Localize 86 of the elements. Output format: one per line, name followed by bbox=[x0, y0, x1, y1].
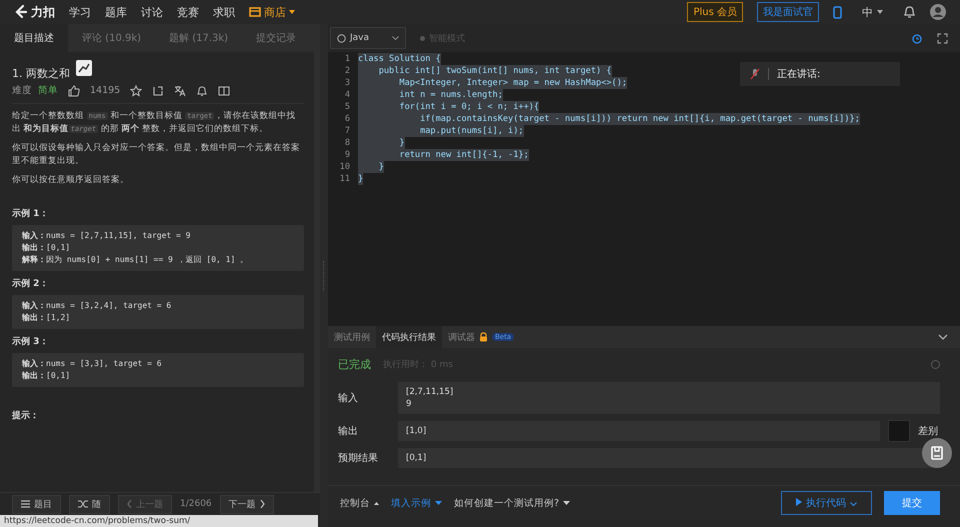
shuffle-icon bbox=[78, 500, 88, 508]
line-number: 4 bbox=[344, 89, 350, 101]
random-button[interactable]: 随 bbox=[69, 494, 110, 514]
share-icon[interactable] bbox=[152, 84, 164, 96]
problem-counter: 1/2606 bbox=[180, 499, 212, 509]
bell-icon[interactable] bbox=[903, 5, 916, 19]
nav-link[interactable]: 求职 bbox=[213, 4, 235, 20]
line-number: 9 bbox=[344, 149, 350, 161]
caret-icon bbox=[374, 502, 379, 504]
example-title: 示例 2： bbox=[12, 278, 50, 290]
floating-button[interactable] bbox=[922, 438, 952, 468]
tab[interactable]: 代码执行结果 bbox=[376, 326, 442, 348]
line-number: 10 bbox=[338, 161, 350, 173]
status-url: https://leetcode-cn.com/problems/two-sum/ bbox=[0, 515, 318, 527]
nav-link[interactable]: 学习 bbox=[69, 4, 91, 20]
caret-icon bbox=[435, 501, 442, 505]
example-block: 输入：nums = [3,3], target = 6 输出：[0,1] bbox=[12, 353, 304, 387]
translate-icon[interactable] bbox=[174, 84, 186, 96]
thumbs-up-icon[interactable] bbox=[68, 84, 80, 96]
example-title: 示例 3： bbox=[12, 336, 50, 348]
difficulty-label: 难度 bbox=[12, 84, 32, 97]
fullscreen-icon[interactable] bbox=[937, 32, 948, 44]
diff-label: 差别 bbox=[918, 425, 939, 438]
hint-title: 提示： bbox=[12, 410, 40, 422]
chevron-right-icon bbox=[260, 500, 265, 508]
book-icon[interactable] bbox=[218, 84, 230, 96]
caret-icon bbox=[877, 10, 883, 14]
field-label: 预期结果 bbox=[338, 452, 379, 465]
run-status: 已完成 bbox=[338, 356, 371, 372]
diff-toggle[interactable] bbox=[888, 420, 910, 442]
language-select[interactable]: Java bbox=[330, 27, 406, 49]
nav-link[interactable]: 竞赛 bbox=[177, 4, 199, 20]
muted-mic-icon bbox=[750, 68, 760, 80]
circle-icon bbox=[337, 34, 346, 42]
console-toggle[interactable]: 控制台 bbox=[340, 496, 379, 510]
shop-icon bbox=[249, 7, 261, 17]
chevron-down-icon bbox=[392, 36, 399, 40]
howto-link[interactable]: 如何创建一个测试用例? bbox=[454, 496, 570, 510]
run-button[interactable]: 执行代码 bbox=[781, 491, 872, 515]
problem-text: 你可以假设每种输入只会对应一个答案。但是，数组中同一个元素在答案里不能重复出现。 bbox=[12, 142, 301, 168]
line-number: 5 bbox=[344, 101, 350, 113]
chart-icon[interactable] bbox=[76, 60, 92, 76]
caret-icon bbox=[289, 10, 295, 14]
fill-example-link[interactable]: 填入示例 bbox=[391, 496, 442, 510]
line-number: 1 bbox=[344, 53, 350, 65]
line-number: 8 bbox=[344, 137, 350, 149]
logo-text[interactable]: 力扣 bbox=[31, 4, 55, 20]
field-label: 输入 bbox=[338, 392, 359, 405]
problem-title: 1. 两数之和 bbox=[12, 66, 70, 81]
result-field: [1,0] bbox=[398, 421, 880, 441]
tab[interactable]: 测试用例 bbox=[328, 326, 376, 348]
alarm-icon[interactable] bbox=[911, 32, 923, 44]
interviewer-button[interactable]: 我是面试官 bbox=[757, 2, 819, 22]
plus-button[interactable]: Plus 会员 bbox=[687, 2, 743, 22]
example-block: 输入：nums = [3,2,4], target = 6 输出：[1,2] bbox=[12, 295, 304, 329]
nav-link[interactable]: 讨论 bbox=[141, 4, 163, 20]
difficulty-tag: 简单 bbox=[38, 84, 58, 97]
example-block: 输入：nums = [2,7,11,15], target = 9 输出：[0,1] 解释：因为 nums[0] + nums[1] == 9 ，返回 [0, 1] 。 bbox=[12, 225, 304, 271]
example-title: 示例 1： bbox=[12, 208, 50, 220]
chevron-down-icon bbox=[850, 502, 857, 506]
bell-icon[interactable] bbox=[196, 84, 208, 96]
line-number: 7 bbox=[344, 125, 350, 137]
language-menu[interactable]: 中 bbox=[856, 4, 889, 20]
nav-link[interactable]: 题库 bbox=[105, 4, 127, 20]
save-icon bbox=[931, 446, 943, 460]
chevron-left-icon bbox=[127, 500, 132, 508]
caret-icon bbox=[563, 501, 570, 505]
shop-menu[interactable]: 商店 bbox=[249, 4, 295, 20]
tab[interactable]: 题目描述 bbox=[0, 24, 68, 52]
avatar-icon[interactable] bbox=[930, 4, 946, 20]
collapse-icon[interactable] bbox=[938, 334, 948, 340]
play-icon bbox=[796, 498, 802, 506]
phone-icon[interactable] bbox=[833, 6, 842, 18]
star-icon[interactable] bbox=[130, 84, 142, 96]
line-number: 11 bbox=[338, 173, 350, 185]
next-button[interactable]: 下一题 bbox=[220, 494, 274, 514]
speaking-label: 正在讲话: bbox=[777, 68, 820, 81]
line-number: 2 bbox=[344, 65, 350, 77]
list-icon bbox=[21, 500, 30, 508]
line-number: 3 bbox=[344, 77, 350, 89]
like-count: 14195 bbox=[90, 85, 120, 96]
problem-text: 你可以按任意顺序返回答案。 bbox=[12, 174, 130, 187]
problem-list-button[interactable]: 题目 bbox=[12, 494, 61, 514]
field-label: 输出 bbox=[338, 424, 359, 438]
result-field: [2,7,11,15] 9 bbox=[398, 382, 940, 414]
line-number: 6 bbox=[344, 113, 350, 125]
